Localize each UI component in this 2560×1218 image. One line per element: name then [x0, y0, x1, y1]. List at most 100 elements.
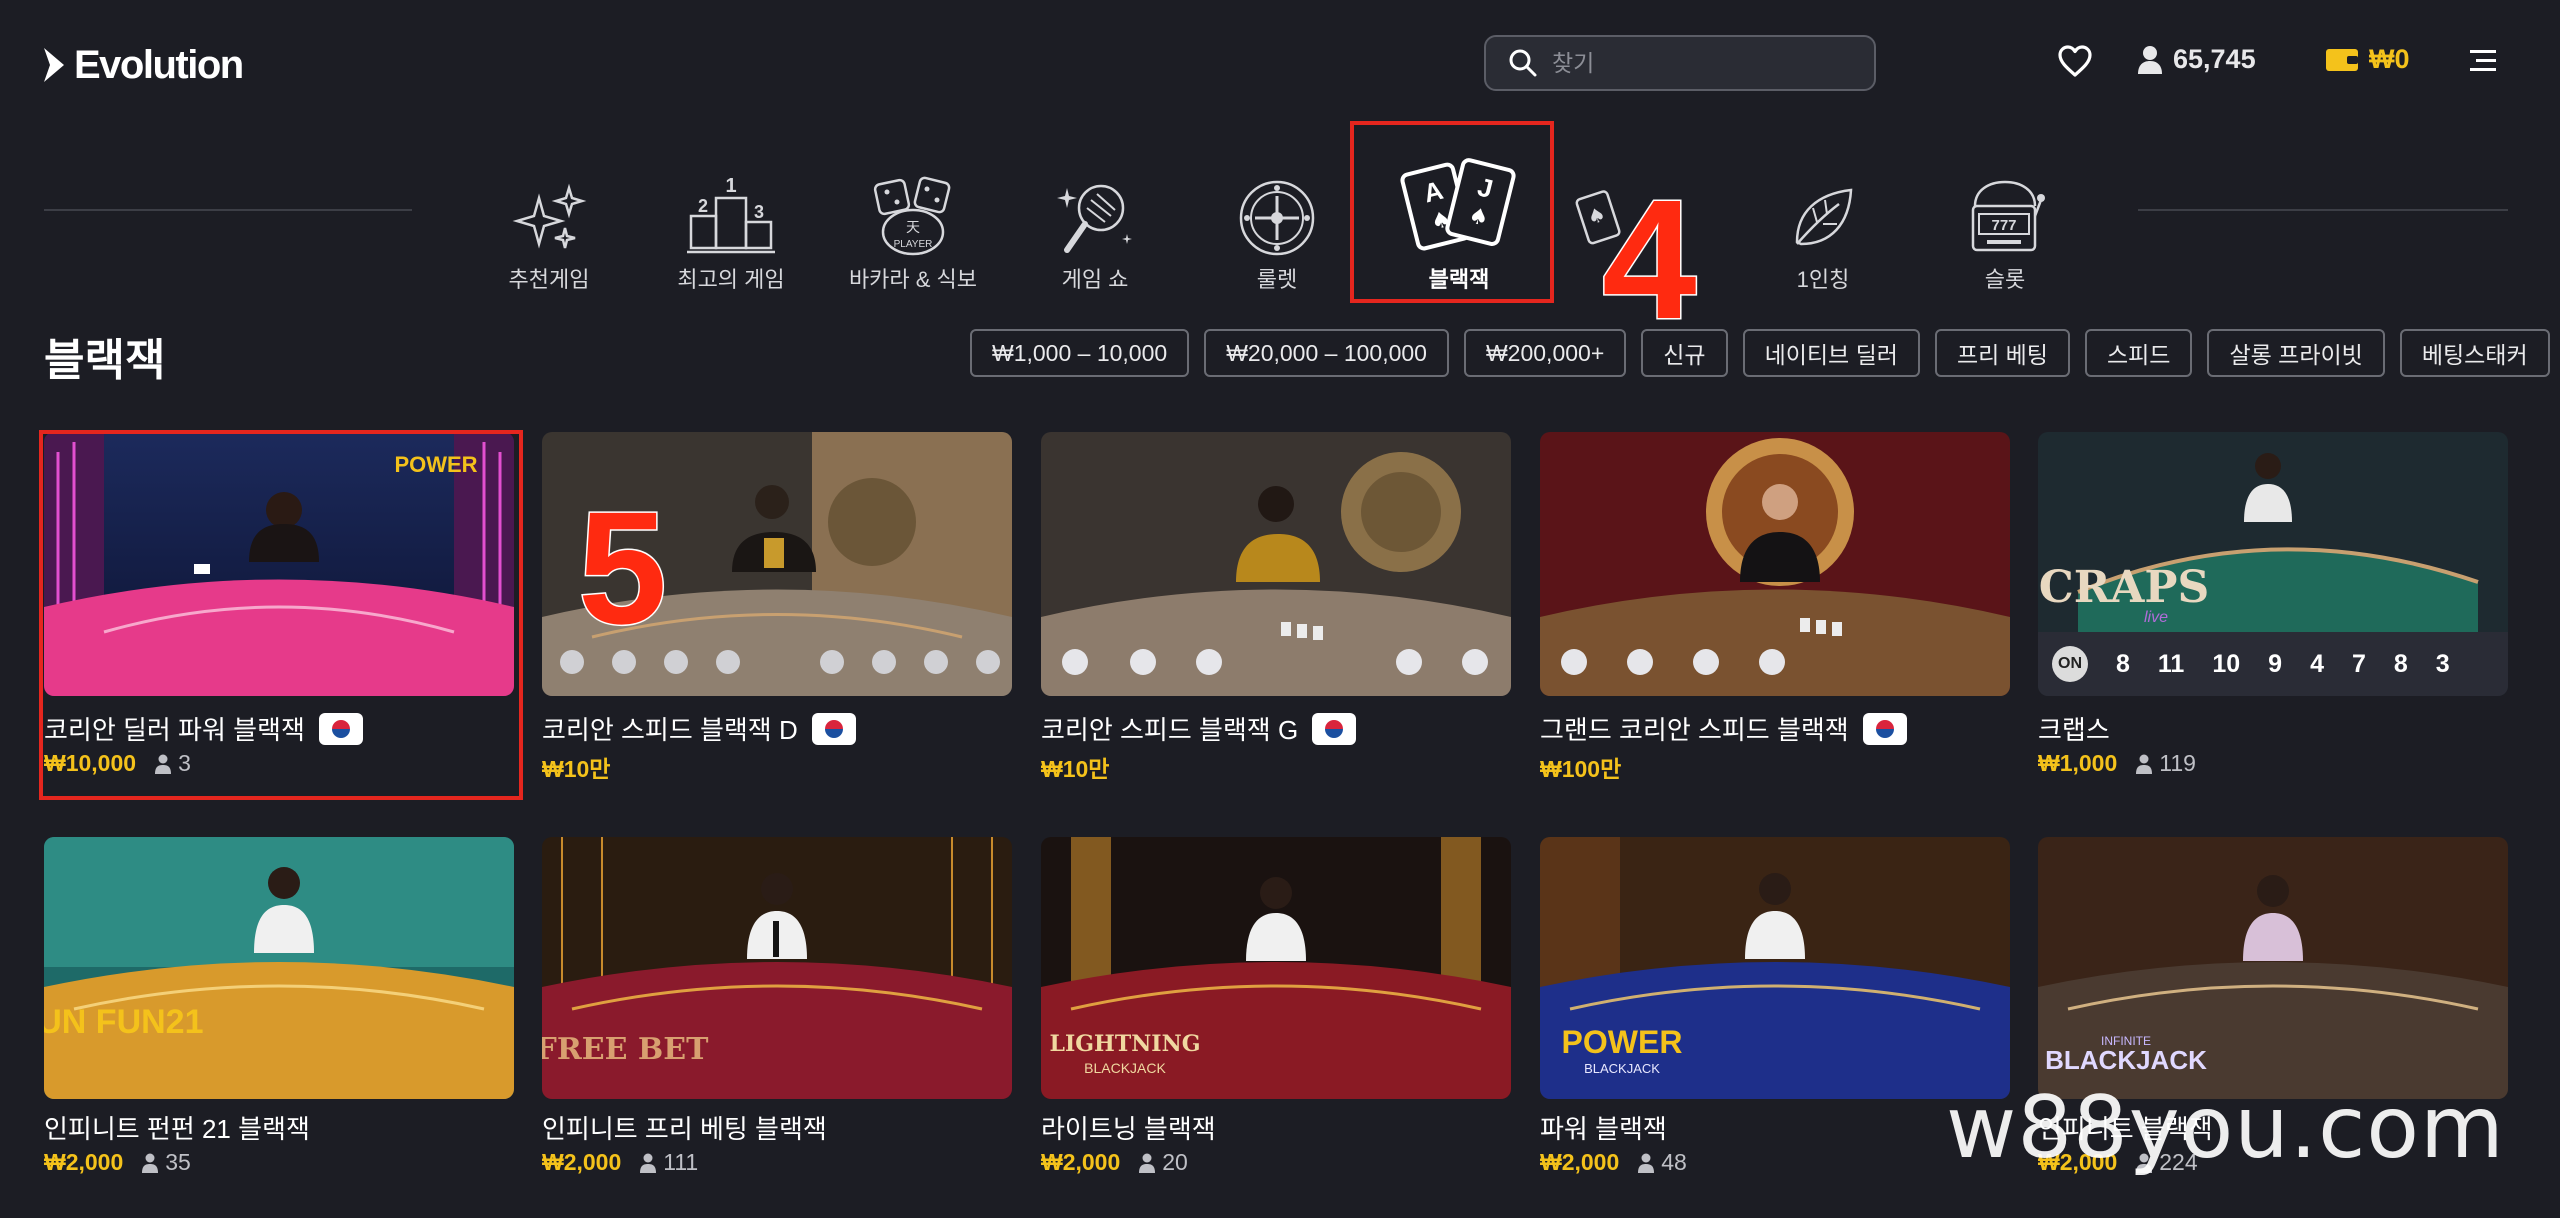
blackjack-logo-text: BLACKJACK	[2045, 1045, 2207, 1075]
live-table-image: INFINITE BLACKJACK	[2038, 837, 2508, 1099]
game-thumbnail[interactable]: INFINITE BLACKJACK	[2038, 837, 2508, 1099]
game-thumbnail[interactable]: FUN FUN21	[44, 837, 514, 1099]
game-title-row: 인피니트 펀펀 21 블랙잭	[44, 1109, 310, 1146]
filter-chips: ₩1,000 – 10,000 ₩20,000 – 100,000 ₩200,0…	[970, 329, 2550, 377]
live-table-image	[1540, 432, 2010, 696]
player-count: 20	[1138, 1149, 1188, 1176]
game-meta: ₩100만	[1540, 750, 1621, 784]
game-thumbnail[interactable]: 5	[542, 432, 1012, 696]
live-table-image	[1041, 432, 1511, 696]
tutorial-step-number: 4	[1601, 165, 1699, 355]
user-icon	[142, 1153, 159, 1173]
filter-chip[interactable]: 네이티브 딜러	[1742, 329, 1920, 377]
game-card[interactable]: CRAPS live ON 8 11 10 9 4 7 8 3 크랩스 ₩1,0…	[2038, 432, 2508, 776]
search-input[interactable]	[1550, 48, 1854, 78]
baccarat-dice-icon: 天 PLAYER	[873, 176, 951, 256]
slot-machine-icon: 777	[1971, 180, 2045, 252]
game-thumbnail[interactable]: LIGHTNING BLACKJACK	[1041, 837, 1511, 1099]
tutorial-highlight-box	[1350, 121, 1554, 303]
wallet-balance[interactable]: ₩0	[2325, 44, 2410, 75]
min-bet: ₩2,000	[1041, 1149, 1121, 1175]
game-title: 파워 블랙잭	[1540, 1114, 1667, 1144]
game-meta: ₩10만	[542, 750, 610, 784]
filter-chip[interactable]: ₩200,000+	[1463, 329, 1627, 377]
filter-chip[interactable]: 프리 베팅	[1934, 329, 2070, 377]
game-meta: ₩10만	[1041, 750, 1109, 784]
game-thumbnail[interactable]: FREE BET	[542, 837, 1012, 1099]
game-title-row: 라이트닝 블랙잭	[1041, 1109, 1216, 1146]
game-title-row: 크랩스	[2038, 710, 2110, 747]
divider	[2138, 209, 2508, 211]
tutorial-step-number: 5	[577, 478, 669, 657]
game-thumbnail[interactable]: POWER BLACKJACK	[1540, 837, 2010, 1099]
game-card[interactable]: POWER BLACKJACK 파워 블랙잭 ₩2,000 48	[1540, 837, 2010, 1175]
game-card[interactable]: 그랜드 코리안 스피드 블랙잭 ₩100만	[1540, 432, 2010, 782]
category-label: 최고의 게임	[677, 267, 785, 292]
korea-flag-icon	[811, 712, 856, 745]
craps-logo-text: CRAPS	[2039, 562, 2210, 613]
evolution-logo-mark	[44, 48, 64, 82]
min-bet: ₩10만	[542, 756, 611, 782]
roll-result: 9	[2268, 649, 2283, 678]
user-icon	[640, 1153, 657, 1173]
favorites-heart-icon[interactable]	[2057, 44, 2093, 78]
roll-result: 3	[2435, 649, 2450, 678]
game-title-row: 그랜드 코리안 스피드 블랙잭	[1540, 710, 1907, 747]
funfun-logo-text: FUN FUN21	[44, 1003, 204, 1041]
game-card[interactable]: LIGHTNING BLACKJACK 라이트닝 블랙잭 ₩2,000 20	[1041, 837, 1511, 1175]
filter-chip[interactable]: 신규	[1641, 329, 1728, 377]
player-count-value: 20	[1162, 1149, 1188, 1175]
filter-chip[interactable]: 스피드	[2084, 329, 2193, 377]
min-bet: ₩2,000	[542, 1149, 622, 1175]
player-count-value: 48	[1661, 1149, 1687, 1175]
menu-icon[interactable]	[2470, 48, 2498, 74]
category-label: 룰렛	[1256, 267, 1298, 292]
min-bet: ₩1,000	[2038, 750, 2118, 776]
game-card[interactable]: 5 코리안 스피드 블랙잭 D ₩10만	[542, 432, 1012, 782]
freebet-logo-text: FREE BET	[542, 1032, 709, 1067]
online-players-count: 65,745	[2173, 44, 2256, 74]
logo-text: Evolution	[74, 42, 244, 87]
category-label: 1인칭	[1796, 267, 1850, 292]
svg-text:PLAYER: PLAYER	[894, 239, 933, 250]
game-card[interactable]: FUN FUN21 인피니트 펀펀 21 블랙잭 ₩2,000 35	[44, 837, 514, 1175]
game-title: 라이트닝 블랙잭	[1041, 1114, 1216, 1144]
page-title: 블랙잭	[44, 336, 166, 385]
filter-chip[interactable]: 베팅스태커	[2399, 329, 2550, 377]
live-status-badge: ON	[2052, 646, 2088, 682]
game-title: 코리안 스피드 블랙잭 G	[1041, 715, 1299, 745]
game-thumbnail[interactable]	[1540, 432, 2010, 696]
evolution-logo[interactable]: Evolution	[42, 40, 244, 90]
filter-chip[interactable]: ₩1,000 – 10,000	[970, 329, 1190, 377]
game-meta: ₩2,000 35	[44, 1149, 191, 1176]
game-thumbnail[interactable]: CRAPS live ON 8 11 10 9 4 7 8 3	[2038, 432, 2508, 696]
search-icon	[1509, 49, 1537, 77]
live-table-image: POWER BLACKJACK	[1540, 837, 2010, 1099]
roll-result: 11	[2157, 649, 2185, 678]
filter-chip[interactable]: 살롱 프라이빗	[2207, 329, 2385, 377]
roll-result: 8	[2116, 649, 2130, 678]
top-bar: Evolution 65,745 ₩0	[0, 0, 2560, 125]
svg-text:2: 2	[698, 196, 708, 216]
game-card[interactable]: INFINITE BLACKJACK 인피니트 블랙잭 ₩2,000 224	[2038, 837, 2508, 1175]
min-bet: ₩2,000	[1540, 1149, 1620, 1175]
game-thumbnail[interactable]	[1041, 432, 1511, 696]
player-count: 119	[2135, 750, 2196, 777]
filter-chip[interactable]: ₩20,000 – 100,000	[1204, 329, 1449, 377]
game-meta: ₩2,000 48	[1540, 1149, 1687, 1176]
player-count: 48	[1637, 1149, 1687, 1176]
lightning-logo-text: LIGHTNING	[1049, 1031, 1200, 1057]
roll-result: 7	[2351, 649, 2366, 678]
podium-icon: 1 2 3	[687, 175, 775, 254]
search-box[interactable]	[1484, 35, 1876, 91]
player-count-value: 35	[165, 1149, 191, 1175]
game-title: 코리안 스피드 블랙잭 D	[542, 715, 798, 745]
live-table-image: FUN FUN21	[44, 837, 514, 1099]
game-meta: ₩2,000 20	[1041, 1149, 1188, 1176]
roll-result: 10	[2212, 649, 2241, 678]
game-card[interactable]: 코리안 스피드 블랙잭 G ₩10만	[1041, 432, 1511, 782]
game-card[interactable]: FREE BET 인피니트 프리 베팅 블랙잭 ₩2,000 111	[542, 837, 1012, 1175]
category-label: 게임 쇼	[1061, 267, 1129, 292]
category-label: 추천게임	[508, 267, 590, 292]
category-label: 바카라 & 식보	[848, 267, 978, 292]
